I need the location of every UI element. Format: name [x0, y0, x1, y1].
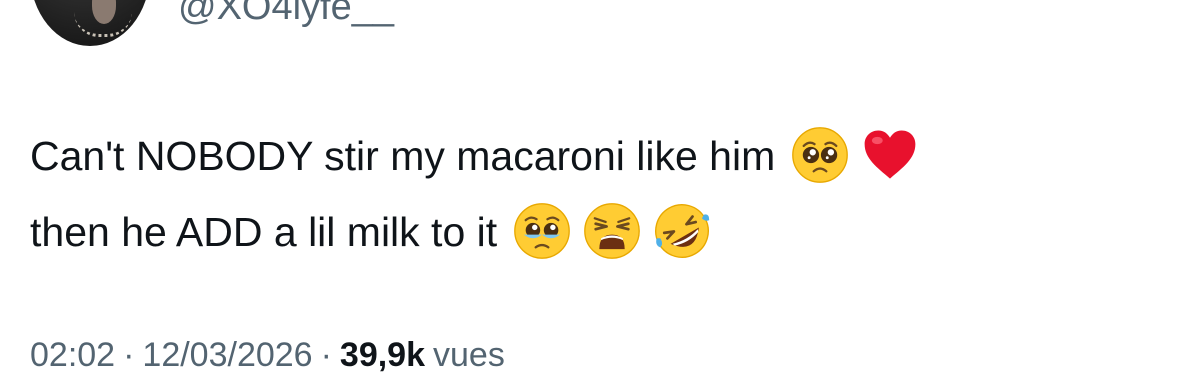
tweet-line-2: then he ADD a lil milk to it: [30, 194, 1150, 270]
pleading-face-emoji-icon: [791, 126, 849, 184]
tweet-date[interactable]: 12/03/2026: [142, 336, 312, 374]
tweet-text: Can't NOBODY stir my macaroni like him t…: [30, 118, 1150, 270]
views-label: vues: [433, 336, 505, 374]
weary-face-emoji-icon: [583, 202, 641, 260]
tweet-line-1-text: Can't NOBODY stir my macaroni like him: [30, 133, 776, 179]
tweet: @XO4lyfe__ Can't NOBODY stir my macaroni…: [0, 0, 1179, 392]
avatar-necklace: [74, 12, 132, 37]
tweet-line-1: Can't NOBODY stir my macaroni like him: [30, 118, 1150, 194]
author-avatar[interactable]: [30, 0, 150, 46]
tweet-line-2-text: then he ADD a lil milk to it: [30, 209, 498, 255]
author-handle[interactable]: @XO4lyfe__: [178, 0, 394, 30]
meta-separator: ·: [320, 336, 332, 374]
rolling-on-floor-laughing-emoji-icon: [653, 202, 711, 260]
red-heart-icon: [861, 126, 919, 184]
meta-separator: ·: [123, 336, 135, 374]
tweet-time[interactable]: 02:02: [30, 336, 115, 374]
face-holding-back-tears-emoji-icon: [513, 202, 571, 260]
tweet-meta: 02:02 · 12/03/2026 · 39,9k vues: [30, 334, 505, 376]
views-count[interactable]: 39,9k: [340, 336, 425, 374]
